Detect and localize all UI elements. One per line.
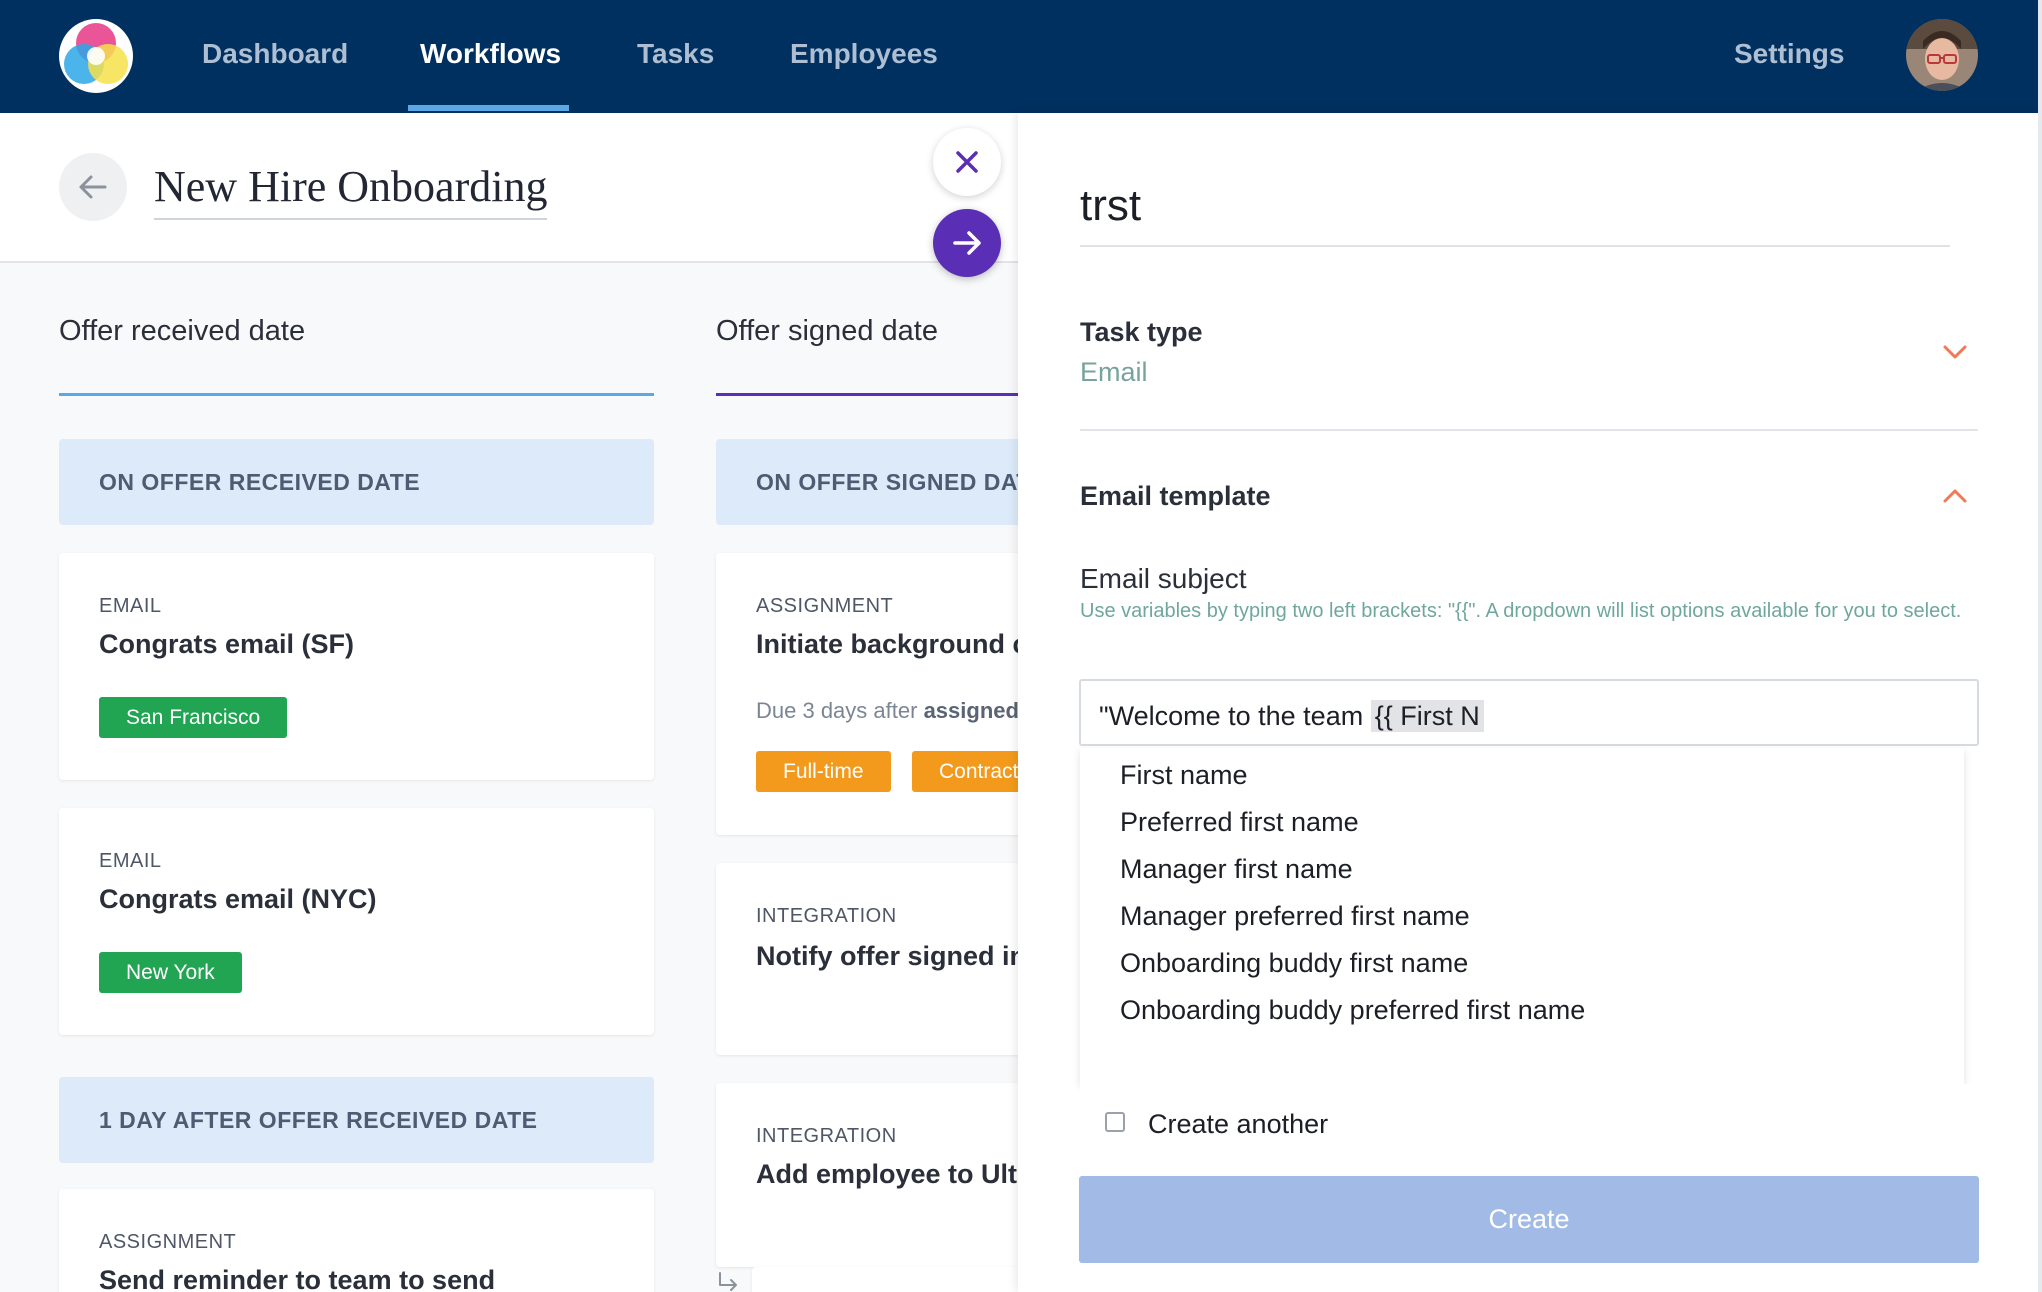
card-type: EMAIL xyxy=(99,595,162,617)
section-label: 1 DAY AFTER OFFER RECEIVED DATE xyxy=(99,1107,538,1133)
task-card[interactable]: ASSIGNMENT Send reminder to team to send xyxy=(59,1189,654,1292)
variable-dropdown: First name Preferred first name Manager … xyxy=(1080,748,1964,1084)
scrollbar-track[interactable] xyxy=(2038,0,2042,1292)
nav-employees[interactable]: Employees xyxy=(790,38,938,70)
subject-variable-token: {{ First N xyxy=(1370,700,1484,732)
dropdown-option[interactable]: First name xyxy=(1120,760,1248,791)
column-title: Offer received date xyxy=(59,315,306,347)
email-subject-input[interactable]: "Welcome to the team {{ First N xyxy=(1079,679,1979,746)
card-title: Congrats email (NYC) xyxy=(99,884,377,914)
employment-tag: Contract xyxy=(912,751,1018,792)
card-type: EMAIL xyxy=(99,850,162,872)
task-card[interactable]: EMAIL Congrats email (SF) San Francisco xyxy=(59,553,654,780)
card-title: Send reminder to team to send xyxy=(99,1265,496,1292)
divider xyxy=(1080,429,1978,431)
page-title[interactable]: New Hire Onboarding xyxy=(154,161,548,220)
task-name-input[interactable]: trst xyxy=(1080,181,1950,247)
task-card[interactable] xyxy=(752,1267,1018,1292)
create-another-label[interactable]: Create another xyxy=(1148,1109,1328,1140)
task-editor-panel: trst Task type Email Email template Emai… xyxy=(1018,113,2038,1292)
location-tag: New York xyxy=(99,952,242,993)
email-subject-hint: Use variables by typing two left bracket… xyxy=(1080,600,1962,622)
create-button[interactable]: Create xyxy=(1079,1176,1979,1263)
column-title: Offer signed date xyxy=(716,315,938,347)
card-title: Add employee to Ultipro xyxy=(756,1159,1018,1189)
user-avatar[interactable] xyxy=(1906,19,1978,91)
chevron-up-icon[interactable] xyxy=(1940,481,1970,511)
top-nav: Dashboard Workflows Tasks Employees Sett… xyxy=(0,0,2042,113)
column-accent-line xyxy=(59,393,654,396)
chevron-down-icon[interactable] xyxy=(1940,337,1970,367)
app-logo-icon[interactable] xyxy=(58,18,134,94)
due-date-text: Due 3 days after assigned xyxy=(756,698,1018,723)
card-type: ASSIGNMENT xyxy=(99,1231,237,1253)
section-header: 1 DAY AFTER OFFER RECEIVED DATE xyxy=(59,1077,654,1163)
dropdown-option[interactable]: Preferred first name xyxy=(1120,807,1359,838)
nav-settings[interactable]: Settings xyxy=(1734,38,1844,70)
card-title: Notify offer signed in channel xyxy=(756,941,1018,971)
close-icon xyxy=(956,151,978,173)
task-card[interactable]: INTEGRATION Add employee to Ultipro xyxy=(716,1083,1018,1267)
nav-dashboard[interactable]: Dashboard xyxy=(202,38,348,70)
card-type: INTEGRATION xyxy=(756,905,897,927)
arrow-left-icon xyxy=(79,175,107,199)
back-button[interactable] xyxy=(59,153,127,221)
arrow-right-icon xyxy=(953,231,981,255)
card-title: Initiate background check xyxy=(756,629,1018,659)
task-card[interactable]: INTEGRATION Notify offer signed in chann… xyxy=(716,863,1018,1055)
next-button[interactable] xyxy=(933,209,1001,277)
workflow-canvas: New Hire Onboarding Offer received date … xyxy=(0,113,1018,1292)
branch-arrow-icon xyxy=(719,1272,737,1291)
create-another-checkbox[interactable] xyxy=(1105,1112,1125,1132)
location-tag: San Francisco xyxy=(99,697,288,738)
section-header: ON OFFER SIGNED DATE xyxy=(716,439,1018,525)
column-accent-line xyxy=(716,393,1018,396)
close-panel-button[interactable] xyxy=(933,128,1001,196)
card-type: INTEGRATION xyxy=(756,1125,897,1147)
subject-text: "Welcome to the team {{ First N xyxy=(1099,700,1484,732)
task-card[interactable]: ASSIGNMENT Initiate background check Due… xyxy=(716,553,1018,835)
section-label: ON OFFER SIGNED DATE xyxy=(756,469,1018,495)
dropdown-option[interactable]: Manager first name xyxy=(1120,854,1353,885)
task-type-value[interactable]: Email xyxy=(1080,357,1148,388)
section-label: ON OFFER RECEIVED DATE xyxy=(99,469,421,495)
task-type-label: Task type xyxy=(1080,317,1203,347)
dropdown-option[interactable]: Manager preferred first name xyxy=(1120,901,1470,932)
employment-tag: Full-time xyxy=(756,751,891,792)
nav-workflows[interactable]: Workflows xyxy=(420,38,561,70)
dropdown-option[interactable]: Onboarding buddy preferred first name xyxy=(1120,995,1585,1026)
email-subject-label: Email subject xyxy=(1080,563,1247,594)
workflow-header: New Hire Onboarding xyxy=(0,113,1018,263)
section-header: ON OFFER RECEIVED DATE xyxy=(59,439,654,525)
card-type: ASSIGNMENT xyxy=(756,595,894,617)
dropdown-option[interactable]: Onboarding buddy first name xyxy=(1120,948,1468,979)
create-another-row: Create another xyxy=(1080,1084,1978,1164)
nav-active-indicator xyxy=(408,105,569,111)
email-template-label: Email template xyxy=(1080,481,1271,511)
card-title: Congrats email (SF) xyxy=(99,629,355,659)
task-card[interactable]: EMAIL Congrats email (NYC) New York xyxy=(59,808,654,1035)
nav-tasks[interactable]: Tasks xyxy=(637,38,714,70)
